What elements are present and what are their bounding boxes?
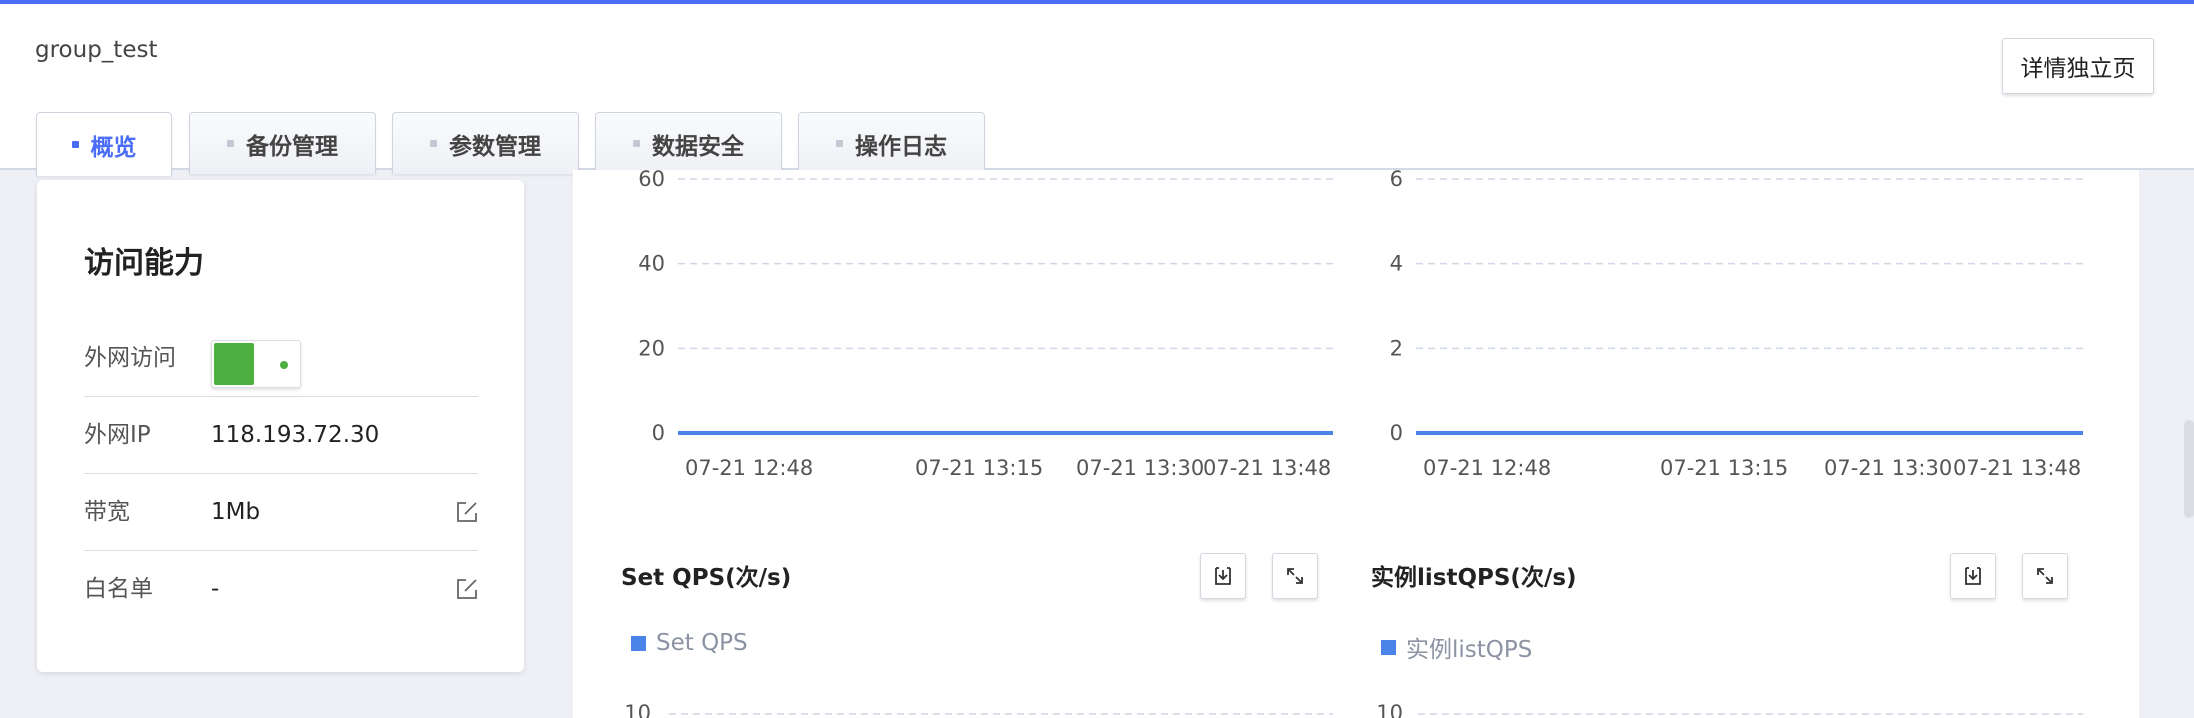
page-scrollbar[interactable] bbox=[2184, 420, 2194, 518]
download-button[interactable] bbox=[1200, 553, 1246, 599]
list-qps-title: 实例listQPS(次/s) bbox=[1371, 565, 1577, 591]
download-button[interactable] bbox=[1950, 553, 1996, 599]
y-tick-label: 10 bbox=[624, 701, 651, 718]
expand-button[interactable] bbox=[2022, 553, 2068, 599]
y-tick-label: 0 bbox=[652, 421, 665, 445]
access-card-title: 访问能力 bbox=[84, 246, 204, 281]
list-qps-legend[interactable]: 实例listQPS bbox=[1381, 630, 1532, 664]
monitor-panel: 0 20 40 60 07-21 12:48 07-21 13:15 07-21 13:30… bbox=[573, 170, 2139, 718]
public-ip-value: 118.193.72.30 bbox=[211, 422, 380, 448]
x-tick-label: 07-21 13:15 bbox=[915, 456, 1043, 480]
whitelist-value: - bbox=[211, 576, 220, 602]
public-ip-label: 外网IP bbox=[84, 422, 151, 448]
x-tick-label: 07-21 13:30 bbox=[1076, 456, 1204, 480]
tab-label: 备份管理 bbox=[246, 133, 338, 160]
y-tick-label: 40 bbox=[638, 252, 665, 276]
y-tick-label: 60 bbox=[638, 170, 665, 191]
y-tick-label: 10 bbox=[1376, 701, 1403, 718]
public-access-label: 外网访问 bbox=[84, 345, 176, 371]
tab-label: 操作日志 bbox=[855, 133, 947, 160]
download-icon bbox=[1965, 567, 1981, 585]
bandwidth-value: 1Mb bbox=[211, 499, 261, 525]
access-card: 访问能力 外网访问 外网IP 118.193.72.30 带宽 1Mb 白名单 … bbox=[37, 180, 524, 672]
set-qps-legend[interactable]: Set QPS bbox=[631, 630, 748, 656]
x-tick-label: 07-21 13:48 bbox=[1953, 456, 2081, 480]
download-icon bbox=[1215, 567, 1231, 585]
edit-icon[interactable] bbox=[456, 501, 478, 523]
y-tick-label: 20 bbox=[638, 336, 665, 360]
expand-icon bbox=[1287, 568, 1303, 584]
tab-dot-icon bbox=[430, 140, 437, 147]
charts-canvas: 020406007-21 12:48 07-21 13:15 07-21 13:30… bbox=[624, 170, 2084, 718]
tab-logs[interactable]: 操作日志 bbox=[798, 112, 985, 174]
tab-params[interactable]: 参数管理 bbox=[392, 112, 579, 174]
y-tick-label: 6 bbox=[1390, 170, 1403, 191]
edit-icon[interactable] bbox=[456, 578, 478, 600]
legend-swatch bbox=[1381, 639, 1396, 655]
toggle-on-segment bbox=[214, 343, 254, 385]
tab-overview[interactable]: 概览 bbox=[36, 112, 172, 176]
public-ip-row: 外网IP 118.193.72.30 bbox=[84, 397, 478, 474]
tab-security[interactable]: 数据安全 bbox=[595, 112, 782, 174]
y-tick-label: 4 bbox=[1390, 252, 1403, 276]
tab-dot-icon bbox=[633, 140, 640, 147]
tab-label: 参数管理 bbox=[449, 133, 541, 160]
y-tick-label: 0 bbox=[1390, 421, 1403, 445]
whitelist-row: 白名单 - bbox=[84, 551, 478, 628]
x-tick-label: 07-21 13:15 bbox=[1660, 456, 1788, 480]
public-access-row: 外网访问 bbox=[84, 320, 478, 397]
tab-dot-icon bbox=[836, 140, 843, 147]
tab-dot-icon bbox=[227, 140, 234, 147]
legend-swatch bbox=[631, 635, 646, 651]
bandwidth-label: 带宽 bbox=[84, 499, 130, 525]
detail-standalone-button[interactable]: 详情独立页 bbox=[2002, 38, 2154, 94]
set-qps-title: Set QPS(次/s) bbox=[621, 565, 792, 591]
x-tick-label: 07-21 12:48 bbox=[1423, 456, 1551, 480]
tab-dot-icon bbox=[71, 141, 79, 148]
x-tick-label: 07-21 12:48 bbox=[685, 456, 813, 480]
expand-icon bbox=[2037, 568, 2053, 584]
toggle-dot-icon bbox=[280, 361, 288, 369]
page-header: group_test 详情独立页 概览 备份管理 参数管理 数据安全 操作日志 bbox=[0, 4, 2194, 176]
group-name: group_test bbox=[35, 37, 158, 63]
tab-label: 数据安全 bbox=[652, 133, 744, 160]
legend-label: 实例listQPS bbox=[1406, 637, 1533, 663]
y-tick-label: 2 bbox=[1390, 336, 1403, 360]
public-access-toggle[interactable] bbox=[211, 340, 301, 388]
tab-label: 概览 bbox=[90, 134, 137, 161]
legend-label: Set QPS bbox=[656, 630, 748, 656]
x-tick-label: 07-21 13:48 bbox=[1203, 456, 1331, 480]
expand-button[interactable] bbox=[1272, 553, 1318, 599]
bandwidth-row: 带宽 1Mb bbox=[84, 474, 478, 551]
x-tick-label: 07-21 13:30 bbox=[1824, 456, 1952, 480]
tab-backup[interactable]: 备份管理 bbox=[189, 112, 376, 174]
whitelist-label: 白名单 bbox=[84, 576, 153, 602]
